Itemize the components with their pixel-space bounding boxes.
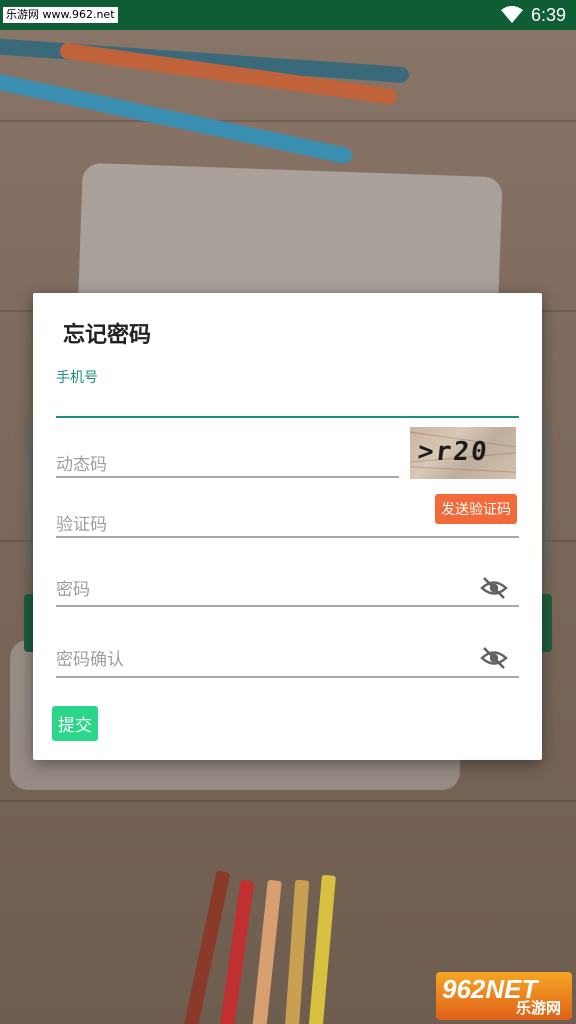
dynamic-code-underline	[56, 476, 399, 478]
verify-code-input[interactable]	[56, 501, 426, 537]
watermark-text: 乐游网 www.962.net	[3, 7, 118, 23]
status-icons: 6:39	[500, 4, 566, 26]
status-bar: 乐游网 www.962.net 6:39	[0, 0, 576, 30]
dynamic-code-input[interactable]	[56, 441, 399, 477]
color-pencil-decor	[284, 879, 310, 1024]
send-verification-code-button[interactable]: 发送验证码	[435, 494, 517, 524]
forgot-password-dialog: 忘记密码 手机号 动态码 >r20 发送验证码 验证码 密码 密码确认 提交	[33, 293, 542, 760]
brand-logo-subtext: 乐游网	[516, 999, 562, 1017]
phone-input[interactable]	[56, 387, 519, 417]
wifi-icon	[500, 6, 523, 23]
submit-button[interactable]: 提交	[52, 706, 98, 741]
dialog-title: 忘记密码	[63, 323, 152, 348]
eye-off-icon[interactable]	[480, 576, 508, 600]
clock-time: 6:39	[530, 4, 566, 25]
confirm-password-underline	[56, 676, 519, 678]
phone-label: 手机号	[56, 370, 98, 386]
color-pencil-decor	[308, 874, 336, 1024]
color-pencil-decor	[252, 879, 282, 1024]
captcha-text: >r20	[416, 437, 491, 467]
password-input[interactable]	[56, 566, 476, 604]
phone-input-underline	[56, 416, 519, 418]
color-pencil-decor	[219, 879, 255, 1024]
brand-logo: 962NET 乐游网	[436, 972, 572, 1020]
confirm-password-input[interactable]	[56, 636, 476, 674]
password-underline	[56, 605, 519, 607]
eye-off-icon[interactable]	[480, 646, 508, 670]
captcha-image[interactable]: >r20	[410, 427, 516, 479]
verify-code-underline	[56, 536, 519, 538]
